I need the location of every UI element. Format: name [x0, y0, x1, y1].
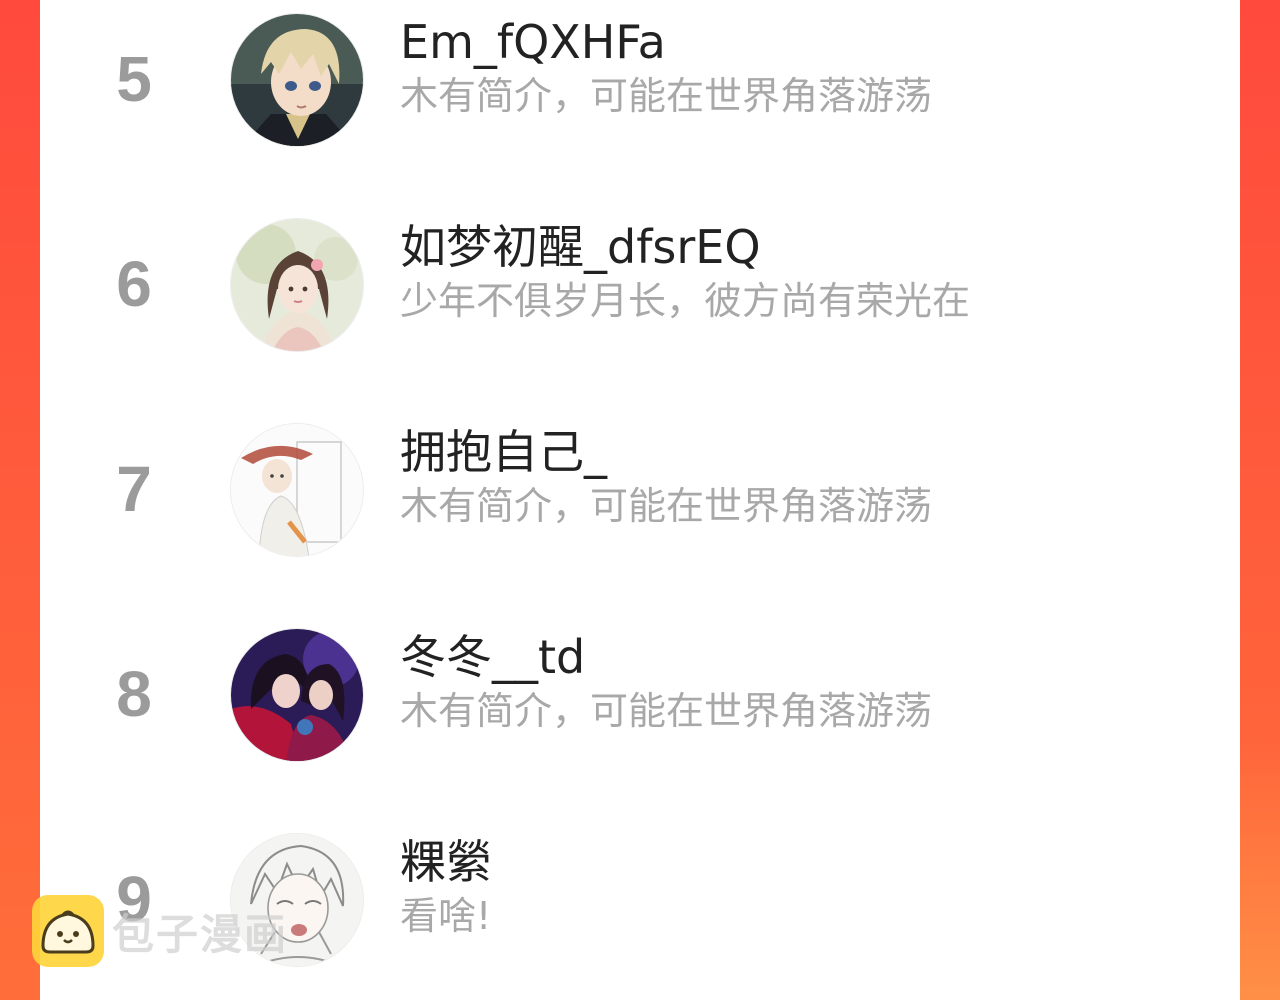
anime-blond-boy-avatar-icon [231, 14, 363, 146]
user-info: 拥抱自己_ 木有简介，可能在世界角落游荡 [400, 423, 1180, 531]
ranking-panel: 5 Em_fQXHFa 木有简介，可能在世界角落游荡 6 如梦初醒_dfsrEQ… [40, 0, 1240, 1000]
bun-logo-icon [32, 895, 104, 967]
user-info: Em_fQXHFa 木有简介，可能在世界角落游荡 [400, 13, 1180, 121]
sketch-figure-hat-avatar-icon [231, 424, 363, 556]
user-bio: 看啥! [400, 894, 492, 938]
user-bio: 木有简介，可能在世界角落游荡 [400, 74, 933, 118]
couple-purple-red-avatar-icon [231, 629, 363, 761]
username[interactable]: Em_fQXHFa [400, 13, 1180, 71]
user-bio: 木有简介，可能在世界角落游荡 [400, 689, 933, 733]
list-item[interactable]: 5 Em_fQXHFa 木有简介，可能在世界角落游荡 [40, 13, 1240, 163]
frame-glow [1240, 740, 1280, 1000]
username[interactable]: 冬冬__td [400, 628, 1180, 686]
list-item[interactable]: 7 拥抱自己_ 木有简介，可能在世界角落游荡 [40, 423, 1240, 573]
avatar[interactable] [230, 218, 364, 352]
rank-number: 5 [116, 43, 152, 115]
rank-number: 7 [116, 453, 152, 525]
username[interactable]: 如梦初醒_dfsrEQ [400, 218, 1180, 276]
list-item[interactable]: 6 如梦初醒_dfsrEQ 少年不俱岁月长，彼方尚有荣光在 [40, 218, 1240, 368]
ancient-style-girl-avatar-icon [231, 219, 363, 351]
avatar[interactable] [230, 423, 364, 557]
avatar[interactable] [230, 628, 364, 762]
ranking-list: 5 Em_fQXHFa 木有简介，可能在世界角落游荡 6 如梦初醒_dfsrEQ… [40, 0, 1240, 1000]
app-frame: 5 Em_fQXHFa 木有简介，可能在世界角落游荡 6 如梦初醒_dfsrEQ… [0, 0, 1280, 1000]
watermark-text: 包子漫画 [112, 909, 289, 959]
user-bio: 少年不俱岁月长，彼方尚有荣光在 [400, 279, 971, 323]
avatar[interactable] [230, 13, 364, 147]
user-info: 如梦初醒_dfsrEQ 少年不俱岁月长，彼方尚有荣光在 [400, 218, 1180, 326]
watermark: 包子漫画 [32, 895, 288, 967]
username[interactable]: 拥抱自己_ [400, 423, 1180, 481]
username[interactable]: 粿縈 [400, 833, 1180, 891]
list-item[interactable]: 8 冬冬__td 木有简介，可能在世界角落游荡 [40, 628, 1240, 778]
user-info: 粿縈 看啥! [400, 833, 1180, 941]
user-bio: 木有简介，可能在世界角落游荡 [400, 484, 933, 528]
rank-number: 6 [116, 248, 152, 320]
user-info: 冬冬__td 木有简介，可能在世界角落游荡 [400, 628, 1180, 736]
rank-number: 8 [116, 658, 152, 730]
